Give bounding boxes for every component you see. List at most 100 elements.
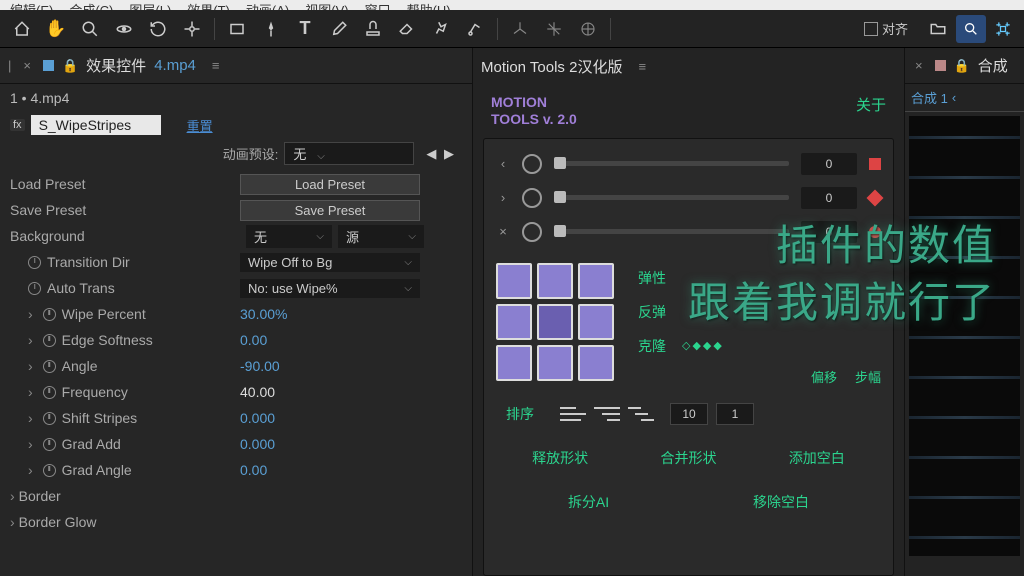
menu-view[interactable]: 视图(V) [305, 0, 348, 10]
menu-effect[interactable]: 效果(T) [187, 0, 230, 10]
hand-tool-icon[interactable]: ✋ [40, 13, 72, 45]
stopwatch-icon[interactable] [43, 386, 56, 399]
menu-anim[interactable]: 动画(A) [246, 0, 289, 10]
menu-help[interactable]: 帮助(H) [407, 0, 451, 10]
ease-both-slider[interactable] [554, 229, 789, 234]
brush-tool-icon[interactable] [323, 13, 355, 45]
ease-out-slider[interactable] [554, 195, 789, 200]
rect-tool-icon[interactable] [221, 13, 253, 45]
motion-tools-tab[interactable]: Motion Tools 2汉化版 [481, 56, 622, 77]
seq-mode-3-icon[interactable] [628, 405, 654, 423]
reset-link[interactable]: 重置 [187, 116, 213, 135]
view-axis-icon[interactable] [572, 13, 604, 45]
stopwatch-icon[interactable] [43, 438, 56, 451]
bounce-button[interactable]: 反弹 [632, 299, 672, 325]
stopwatch-icon[interactable] [28, 282, 41, 295]
bg-dropdown[interactable]: 无⌵ [246, 225, 332, 248]
panel-menu-icon[interactable]: ≡ [638, 59, 646, 74]
remove-blank-button[interactable]: 移除空白 [745, 488, 817, 516]
anchor-tool-icon[interactable] [176, 13, 208, 45]
anim-preset-dropdown[interactable]: 无 ⌵ [284, 142, 414, 165]
stopwatch-icon[interactable] [43, 464, 56, 477]
anchor-mc[interactable] [537, 304, 573, 340]
anchor-mr[interactable] [578, 304, 614, 340]
wipe-percent-value[interactable]: 30.00% [240, 306, 287, 322]
frequency-value[interactable]: 40.00 [240, 384, 275, 400]
ease-in-handle[interactable] [522, 154, 542, 174]
stamp-tool-icon[interactable] [357, 13, 389, 45]
seq-step-input[interactable]: 1 [716, 403, 754, 425]
anchor-bc[interactable] [537, 345, 573, 381]
text-tool-icon[interactable]: T [289, 13, 321, 45]
rotate-tool-icon[interactable] [142, 13, 174, 45]
seq-mode-1-icon[interactable] [560, 405, 586, 423]
shift-stripes-value[interactable]: 0.000 [240, 410, 275, 426]
menu-comp[interactable]: 合成(C) [69, 0, 113, 10]
release-shape-button[interactable]: 释放形状 [524, 444, 596, 472]
merge-shape-button[interactable]: 合并形状 [652, 444, 724, 472]
folder-tool-icon[interactable] [922, 13, 954, 45]
elastic-button[interactable]: 弹性 [632, 265, 672, 291]
ease-in-slider[interactable] [554, 161, 789, 166]
ease-both-value[interactable]: 0 [801, 221, 857, 243]
menu-edit[interactable]: 编辑(E) [10, 0, 53, 10]
ease-in-value[interactable]: 0 [801, 153, 857, 175]
stopwatch-icon[interactable] [43, 308, 56, 321]
ease-out-handle[interactable] [522, 188, 542, 208]
anchor-tl[interactable] [496, 263, 532, 299]
lock-icon[interactable]: 🔒 [954, 58, 970, 74]
load-preset-button[interactable]: Load Preset [240, 174, 420, 195]
stopwatch-icon[interactable] [43, 360, 56, 373]
seq-mode-2-icon[interactable] [594, 405, 620, 423]
snapping-icon[interactable] [988, 15, 1018, 43]
anchor-br[interactable] [578, 345, 614, 381]
grad-add-value[interactable]: 0.000 [240, 436, 275, 452]
bg-src-dropdown[interactable]: 源⌵ [338, 225, 424, 248]
tab-close-icon[interactable]: × [911, 58, 927, 73]
zoom-tool-icon[interactable] [74, 13, 106, 45]
puppet-tool-icon[interactable] [459, 13, 491, 45]
snap-toggle[interactable]: 对齐 [864, 19, 908, 38]
tab-close-icon[interactable]: × [19, 58, 35, 73]
menu-window[interactable]: 窗口 [365, 0, 391, 10]
anchor-tr[interactable] [578, 263, 614, 299]
menu-layer[interactable]: 图层(L) [129, 0, 171, 10]
seq-offset-input[interactable]: 10 [670, 403, 708, 425]
comp-tab[interactable]: 合成 1‹ [911, 88, 1018, 107]
stopwatch-icon[interactable] [43, 412, 56, 425]
sequence-button[interactable]: 排序 [496, 400, 544, 428]
linear-key-icon[interactable] [869, 158, 881, 170]
anchor-ml[interactable] [496, 304, 532, 340]
fx-badge-icon[interactable]: fx [10, 119, 25, 131]
bezier-key-icon[interactable] [867, 189, 884, 206]
stopwatch-icon[interactable] [28, 256, 41, 269]
transition-dir-dropdown[interactable]: Wipe Off to Bg⌵ [240, 253, 420, 272]
home-tool-icon[interactable] [6, 13, 38, 45]
anchor-tc[interactable] [537, 263, 573, 299]
stopwatch-icon[interactable] [43, 334, 56, 347]
grad-angle-value[interactable]: 0.00 [240, 462, 267, 478]
anchor-bl[interactable] [496, 345, 532, 381]
orbit-tool-icon[interactable] [108, 13, 140, 45]
edge-softness-value[interactable]: 0.00 [240, 332, 267, 348]
about-button[interactable]: 关于 [856, 94, 886, 115]
lock-icon[interactable]: 🔒 [62, 58, 78, 74]
world-axis-icon[interactable] [538, 13, 570, 45]
ease-both-handle[interactable] [522, 222, 542, 242]
prop-border[interactable]: ›Border [10, 488, 240, 504]
add-blank-button[interactable]: 添加空白 [781, 444, 853, 472]
local-axis-icon[interactable] [504, 13, 536, 45]
ease-out-value[interactable]: 0 [801, 187, 857, 209]
split-ai-button[interactable]: 拆分AI [560, 488, 617, 516]
clone-button[interactable]: 克隆 [632, 333, 672, 359]
search-button[interactable] [956, 15, 986, 43]
pen-tool-icon[interactable] [255, 13, 287, 45]
angle-value[interactable]: -90.00 [240, 358, 280, 374]
panel-menu-icon[interactable]: ≡ [212, 58, 220, 73]
hold-key-icon[interactable] [869, 226, 881, 238]
auto-trans-dropdown[interactable]: No: use Wipe%⌵ [240, 279, 420, 298]
preset-nav-arrows[interactable]: ◀ ▶ [420, 146, 462, 162]
eraser-tool-icon[interactable] [391, 13, 423, 45]
prop-border-glow[interactable]: ›Border Glow [10, 514, 240, 530]
save-preset-button[interactable]: Save Preset [240, 200, 420, 221]
